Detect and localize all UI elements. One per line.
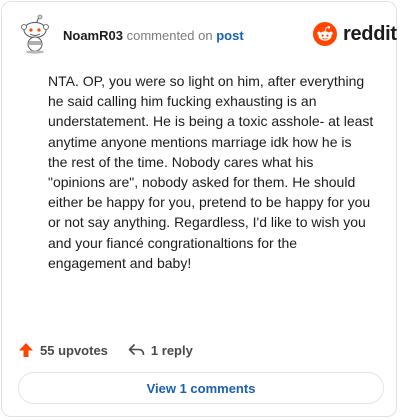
author-username[interactable]: NoamR03 <box>63 28 123 43</box>
snoo-avatar-icon[interactable] <box>16 14 54 54</box>
upvote-count: 55 upvotes <box>40 342 108 358</box>
reddit-snoo-icon <box>313 22 337 46</box>
comment-card: NoamR03 commented on post reddit NTA. OP… <box>1 1 397 417</box>
reply-count: 1 reply <box>150 342 193 358</box>
upvote-arrow-icon <box>19 343 33 357</box>
comment-actions: 55 upvotes 1 reply <box>18 340 193 360</box>
post-link[interactable]: post <box>216 28 243 43</box>
commented-on-text: commented on <box>126 28 213 43</box>
reply-button[interactable]: 1 reply <box>128 343 193 358</box>
view-comments-button[interactable]: View 1 comments <box>18 372 384 404</box>
reddit-wordmark: reddit <box>343 22 397 45</box>
comment-header: NoamR03 commented on post reddit <box>16 14 397 54</box>
reddit-brand[interactable]: reddit <box>313 22 397 46</box>
comment-byline: NoamR03 commented on post <box>63 28 244 43</box>
reply-arrow-icon <box>128 343 145 356</box>
comment-body: NTA. OP, you were so light on him, after… <box>48 73 374 271</box>
upvote-button[interactable]: 55 upvotes <box>18 342 108 358</box>
